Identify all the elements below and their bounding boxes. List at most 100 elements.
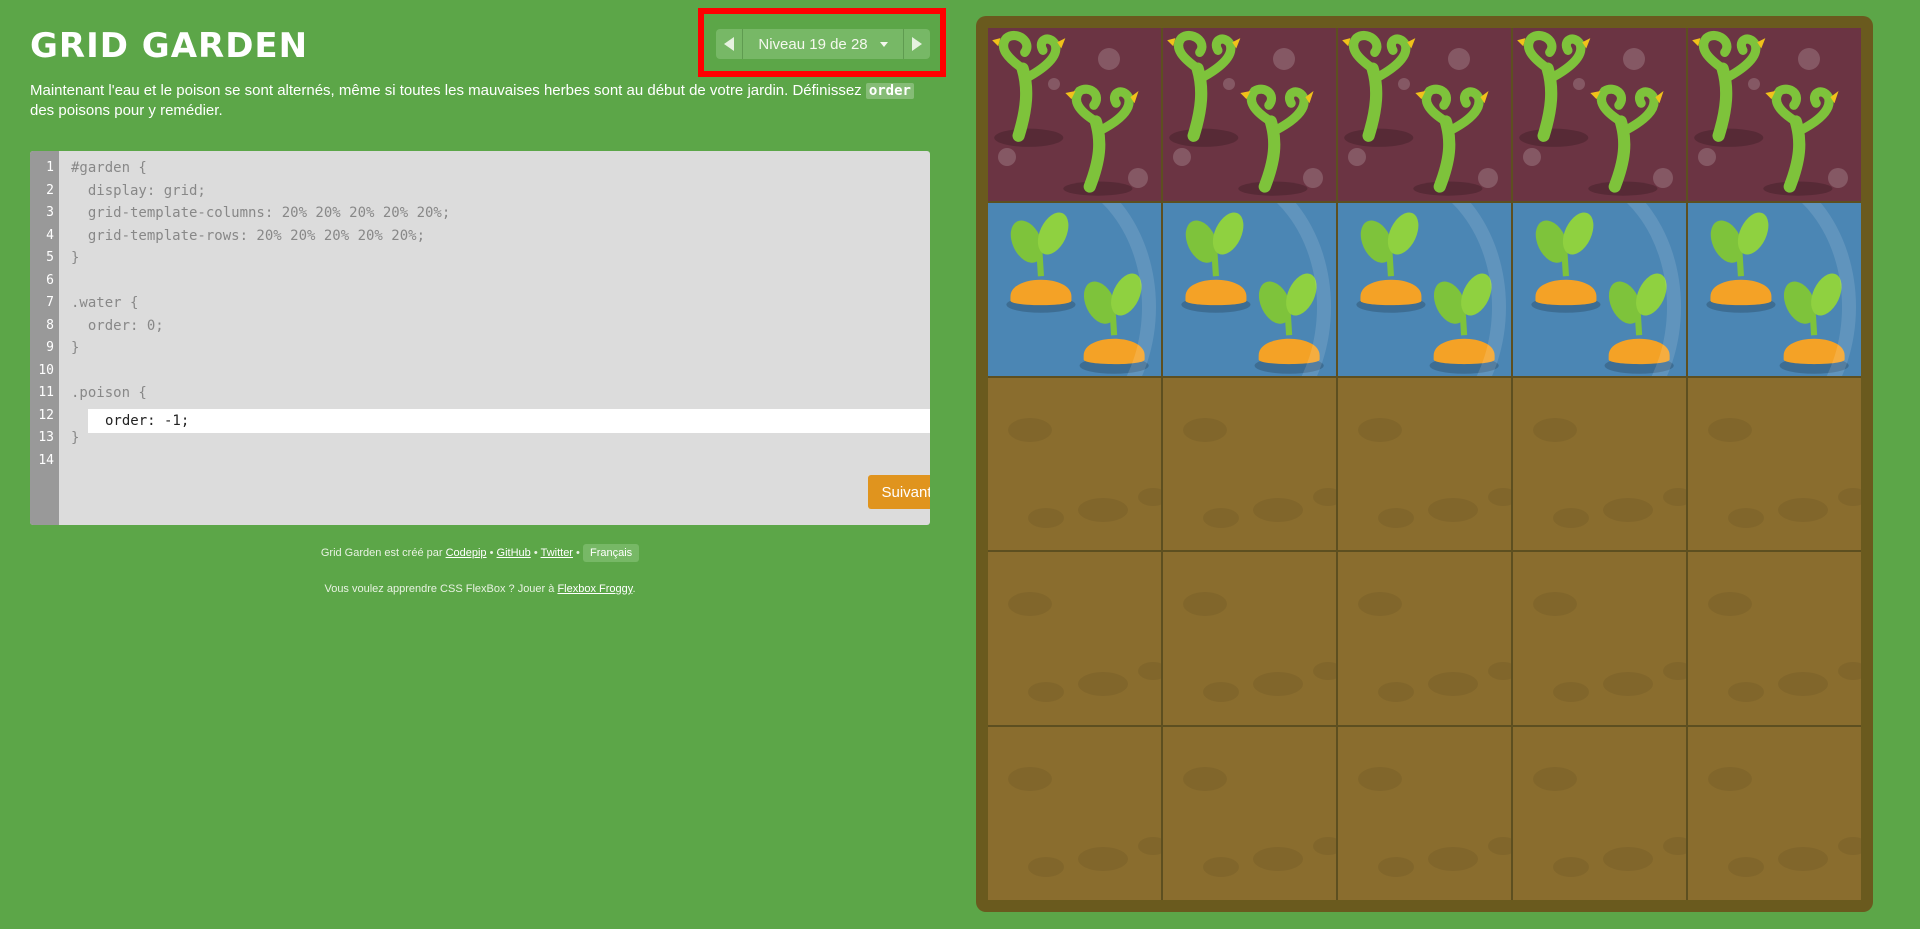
line-number: 10: [38, 362, 54, 378]
poison-spot: [1623, 48, 1645, 70]
code-line: .poison {: [71, 385, 147, 401]
dirt-spot: [1428, 497, 1478, 522]
dirt-spot: [1533, 767, 1577, 792]
previous-level-button[interactable]: [716, 29, 743, 59]
line-number: 14: [38, 452, 54, 468]
poison-spot: [1523, 148, 1541, 166]
dirt-spot: [1778, 672, 1828, 697]
dirt-spot: [1488, 837, 1511, 856]
water-cell: [1688, 202, 1861, 376]
dirt-cell: [1338, 377, 1511, 551]
poison-spot: [1303, 168, 1323, 188]
dirt-spot: [1553, 857, 1589, 878]
dirt-spot: [1358, 767, 1402, 792]
water-wave: [1688, 202, 1856, 376]
dirt-spot: [1778, 497, 1828, 522]
dirt-spot: [1183, 592, 1227, 617]
footer-credits: Grid Garden est créé par Codepip • GitHu…: [30, 544, 930, 562]
dirt-spot: [1533, 592, 1577, 617]
dirt-spot: [1203, 857, 1239, 878]
line-number: 12: [38, 407, 54, 423]
dirt-spot: [1728, 857, 1764, 878]
code-line: grid-template-columns: 20% 20% 20% 20% 2…: [71, 205, 451, 221]
code-line: display: grid;: [71, 182, 206, 199]
dirt-spot: [1203, 682, 1239, 703]
dirt-spot: [1488, 487, 1511, 506]
dirt-cell: [1513, 377, 1686, 551]
codepip-link[interactable]: Codepip: [446, 547, 487, 559]
github-link[interactable]: GitHub: [497, 547, 531, 559]
poison-spot: [1448, 48, 1470, 70]
dirt-spot: [1603, 847, 1653, 872]
dirt-spot: [1708, 592, 1752, 617]
dirt-cell: [1513, 727, 1686, 900]
credit-text: Grid Garden est créé par: [320, 547, 443, 559]
poison-spot: [1098, 48, 1120, 70]
dirt-spot: [1778, 847, 1828, 872]
dirt-spot: [1728, 507, 1764, 528]
dirt-cell: [988, 727, 1161, 900]
dirt-spot: [1378, 857, 1414, 878]
level-label: Niveau 19 de 28: [758, 35, 868, 53]
code-line: }: [71, 340, 80, 356]
poison-spot: [1223, 78, 1235, 90]
line-number: 3: [46, 205, 54, 220]
line-number: 9: [46, 340, 54, 355]
dirt-spot: [1138, 837, 1161, 856]
dirt-spot: [1313, 487, 1336, 506]
instructions: Maintenant l'eau et le poison se sont al…: [30, 81, 930, 120]
dirt-spot: [1078, 672, 1128, 697]
dirt-spot: [1028, 682, 1064, 703]
dirt-cell: [1163, 377, 1336, 551]
water-wave: [1163, 202, 1331, 376]
language-button[interactable]: Français: [582, 544, 640, 562]
water-wave: [1513, 202, 1681, 376]
arrow-left-icon: [724, 37, 734, 51]
dirt-spot: [1663, 837, 1686, 856]
poison-cell: [1338, 28, 1511, 201]
instructions-code: order: [865, 83, 914, 99]
poison-spot: [1348, 148, 1366, 166]
dirt-cell: [988, 552, 1161, 726]
arrow-right-icon: [912, 37, 922, 51]
dirt-spot: [1008, 592, 1052, 617]
dirt-spot: [1138, 487, 1161, 506]
code-line: }: [71, 250, 80, 266]
poison-spot: [1173, 148, 1191, 166]
next-level-button[interactable]: [903, 29, 930, 59]
water-cell: [988, 202, 1161, 376]
level-nav: Niveau 19 de 28: [716, 29, 930, 59]
dirt-spot: [1028, 857, 1064, 878]
dirt-spot: [1138, 662, 1161, 681]
dirt-spot: [1253, 672, 1303, 697]
line-number: 11: [38, 385, 54, 400]
poison-cell: [1163, 28, 1336, 201]
poison-cell: [988, 28, 1161, 201]
dirt-cell: [1163, 727, 1336, 900]
dirt-spot: [1313, 837, 1336, 856]
poison-spot: [1698, 148, 1716, 166]
poison-spot: [1653, 168, 1673, 188]
dirt-spot: [1663, 487, 1686, 506]
next-button[interactable]: Suivant: [868, 475, 930, 509]
water-cell: [1338, 202, 1511, 376]
code-line: .water {: [71, 295, 139, 311]
dirt-spot: [1838, 662, 1861, 681]
flexbox-froggy-link[interactable]: Flexbox Froggy: [557, 583, 632, 595]
dirt-spot: [1838, 837, 1861, 856]
dirt-spot: [1728, 682, 1764, 703]
code-line: }: [71, 430, 80, 446]
code-input[interactable]: [88, 409, 930, 433]
level-indicator[interactable]: Niveau 19 de 28: [743, 29, 903, 59]
twitter-link[interactable]: Twitter: [541, 547, 573, 559]
dirt-cell: [1688, 552, 1861, 726]
water-cell: [1513, 202, 1686, 376]
page-title: GRID GARDEN: [30, 26, 309, 66]
dirt-cell: [1513, 552, 1686, 726]
poison-spot: [1478, 168, 1498, 188]
dirt-spot: [1203, 507, 1239, 528]
poison-spot: [1128, 168, 1148, 188]
dirt-cell: [1338, 727, 1511, 900]
separator: •: [489, 547, 494, 559]
dirt-spot: [1253, 847, 1303, 872]
